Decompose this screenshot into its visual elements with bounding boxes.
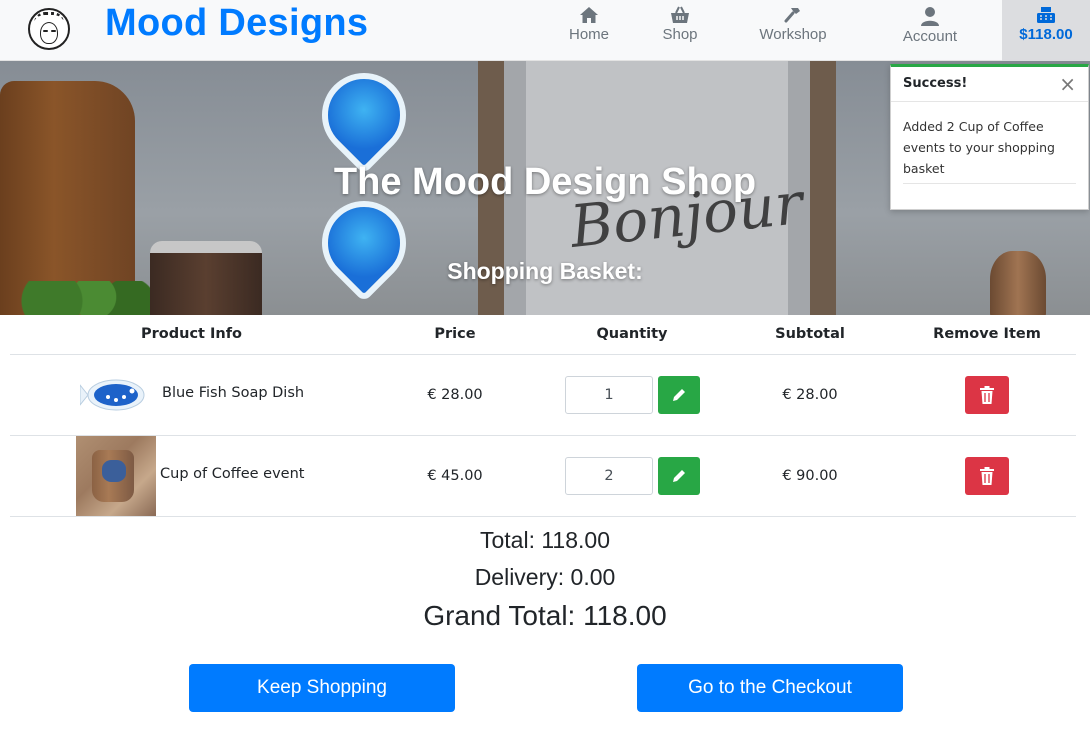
remove-item-button[interactable] (965, 457, 1009, 495)
plant-image (10, 281, 150, 315)
nav-home-label: Home (568, 26, 609, 43)
basket-table-header: Product Info Price Quantity Subtotal Rem… (10, 316, 1076, 355)
col-quantity: Quantity (596, 326, 668, 342)
home-icon (580, 7, 598, 23)
quantity-input[interactable] (565, 376, 653, 414)
quantity-input[interactable] (565, 457, 653, 495)
nav-account-label: Account (902, 28, 958, 45)
nav-workshop-label: Workshop (759, 26, 827, 43)
product-name[interactable]: Blue Fish Soap Dish (162, 385, 304, 401)
basket-icon (671, 6, 689, 23)
nav-shop-label: Shop (662, 26, 698, 43)
update-quantity-button[interactable] (658, 376, 700, 414)
checkout-button[interactable]: Go to the Checkout (637, 664, 903, 712)
nav-shop[interactable]: Shop (650, 0, 710, 61)
toast-title: Success! (903, 76, 968, 91)
nav-home[interactable]: Home (558, 0, 620, 61)
update-quantity-button[interactable] (658, 457, 700, 495)
pencil-icon (673, 470, 685, 482)
pencil-icon (673, 389, 685, 401)
heart-ornament-icon (304, 61, 424, 175)
product-price: € 28.00 (427, 387, 483, 403)
nav-account[interactable]: Account (894, 0, 966, 61)
hammer-icon (784, 8, 800, 23)
col-remove-item: Remove Item (933, 326, 1041, 342)
cash-register-icon (1037, 7, 1055, 23)
col-product-info: Product Info (141, 326, 243, 342)
table-row: Cup of Coffee event € 45.00 € 90.00 (10, 436, 1076, 517)
keep-shopping-button[interactable]: Keep Shopping (189, 664, 455, 712)
nav-cart[interactable]: $118.00 (1002, 0, 1090, 61)
toast-header: Success! × (891, 67, 1088, 102)
navbar: Mood Designs Home Shop Workshop Account … (0, 0, 1090, 61)
trash-icon (980, 467, 994, 485)
page-subtitle: Shopping Basket: (447, 258, 643, 284)
brand-logo[interactable] (28, 8, 70, 50)
fish-soap-dish-image (80, 379, 145, 411)
product-price: € 45.00 (427, 468, 483, 484)
close-icon[interactable]: × (1059, 72, 1076, 96)
basket-total: Total: 118.00 (479, 527, 610, 553)
toast-message: Added 2 Cup of Coffee events to your sho… (903, 119, 1055, 176)
brand-name[interactable]: Mood Designs (105, 2, 368, 45)
user-icon (921, 7, 939, 26)
coffee-cup-image (76, 436, 156, 516)
col-subtotal: Subtotal (775, 326, 845, 342)
success-toast: Success! × Added 2 Cup of Coffee events … (890, 64, 1089, 210)
col-price: Price (434, 326, 476, 342)
product-subtotal: € 28.00 (782, 387, 838, 403)
grand-total: Grand Total: 118.00 (423, 600, 667, 631)
product-name[interactable]: Cup of Coffee event (160, 466, 304, 482)
delivery-cost: Delivery: 0.00 (474, 564, 616, 590)
table-row: Blue Fish Soap Dish € 28.00 € 28.00 (10, 355, 1076, 436)
trash-icon (980, 386, 994, 404)
nav-workshop[interactable]: Workshop (748, 0, 838, 61)
cart-total: $118.00 (1019, 26, 1073, 43)
product-subtotal: € 90.00 (782, 468, 838, 484)
remove-item-button[interactable] (965, 376, 1009, 414)
